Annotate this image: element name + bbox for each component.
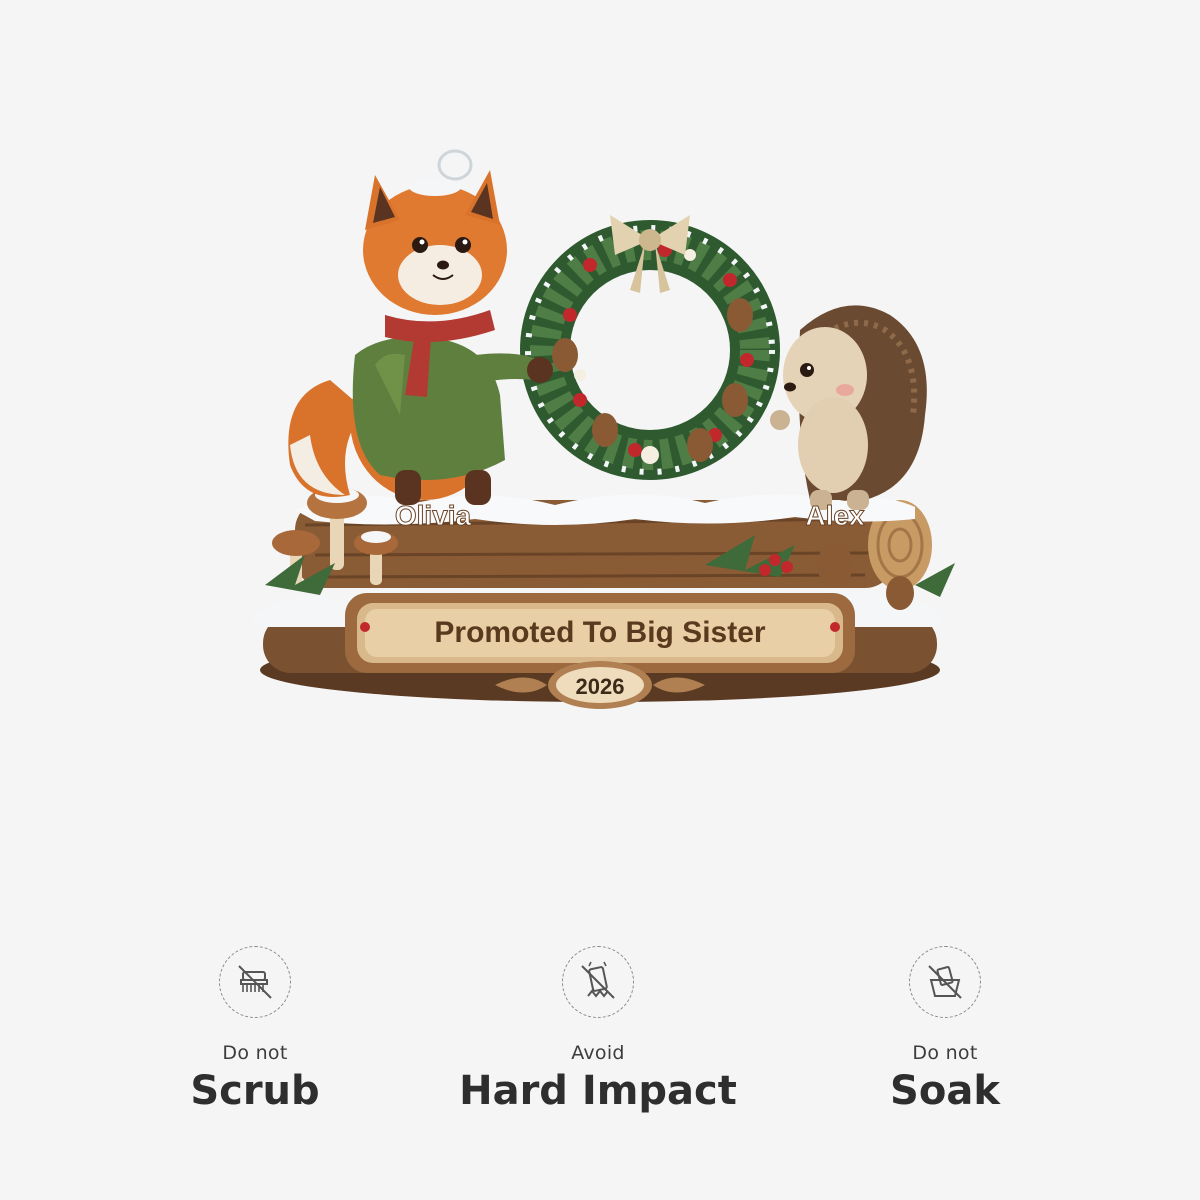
no-soak-icon xyxy=(909,946,981,1018)
name-right: Alex xyxy=(805,500,865,531)
care-instructions: Do not Scrub Avoid Hard Impact Do not So… xyxy=(0,940,1200,1140)
plaque-title: Promoted To Big Sister xyxy=(434,616,765,649)
ornament-image: Olivia Alex Promoted To Big Sister 2026 xyxy=(235,115,965,715)
care-scrub-small: Do not xyxy=(222,1042,288,1064)
care-item-soak: Do not Soak xyxy=(765,940,1125,1114)
fox-illustration xyxy=(288,170,553,505)
hanging-hole xyxy=(437,149,473,181)
care-item-scrub: Do not Scrub xyxy=(75,940,435,1114)
care-scrub-label: Scrub xyxy=(190,1068,320,1114)
name-left: Olivia xyxy=(395,500,472,531)
plaque-year: 2026 xyxy=(576,674,625,699)
wreath xyxy=(520,215,780,480)
care-impact-label: Hard Impact xyxy=(459,1068,737,1114)
care-item-impact: Avoid Hard Impact xyxy=(418,940,778,1114)
care-soak-label: Soak xyxy=(890,1068,1000,1114)
hedgehog-illustration xyxy=(770,305,927,510)
care-soak-small: Do not xyxy=(912,1042,978,1064)
care-impact-small: Avoid xyxy=(571,1042,625,1064)
no-scrub-icon xyxy=(219,946,291,1018)
no-impact-icon xyxy=(562,946,634,1018)
